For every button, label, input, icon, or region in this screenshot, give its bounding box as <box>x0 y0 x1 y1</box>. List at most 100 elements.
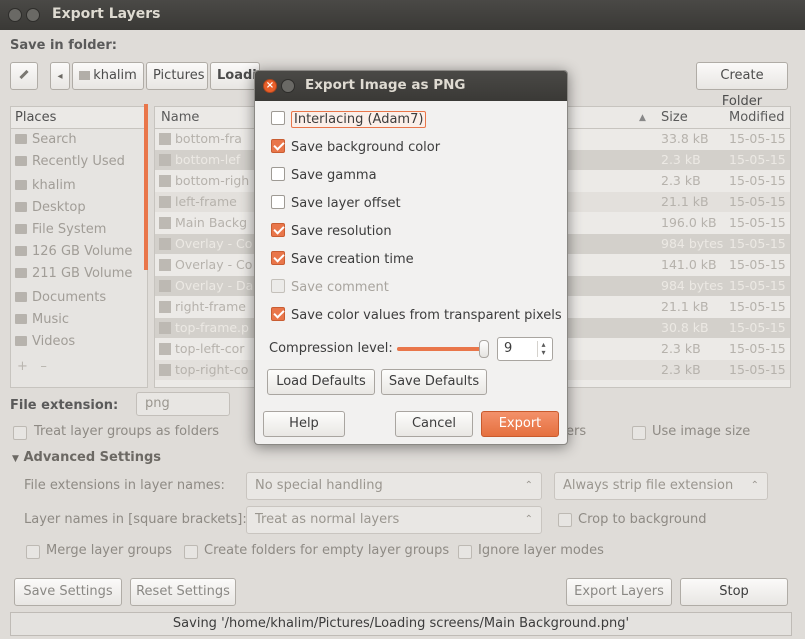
export-layers-button[interactable]: Export Layers <box>566 578 672 606</box>
file-size: 2.3 kB <box>661 341 701 356</box>
image-file-icon <box>159 259 171 271</box>
path-button-home[interactable]: khalim <box>72 62 144 90</box>
sidebar-item-place[interactable]: 126 GB Volume <box>15 241 132 263</box>
file-modified: 15-05-15 <box>729 131 786 146</box>
reset-settings-button[interactable]: Reset Settings <box>130 578 236 606</box>
close-icon[interactable] <box>8 8 22 22</box>
save-in-folder-label: Save in folder: <box>10 38 117 53</box>
checkbox-unchecked-icon[interactable] <box>271 279 285 293</box>
edit-path-button[interactable] <box>10 62 38 90</box>
image-file-icon <box>159 364 171 376</box>
extensions-combo[interactable]: No special handling ⌃ <box>246 472 542 500</box>
column-size[interactable]: Size <box>661 110 688 125</box>
treat-groups-label: Treat layer groups as folders <box>34 424 220 439</box>
checkbox-checked-icon[interactable] <box>271 251 285 265</box>
advanced-settings-expander[interactable]: ▼ Advanced Settings <box>12 450 161 465</box>
png-option-label: Save layer offset <box>291 196 401 211</box>
file-size: 21.1 kB <box>661 299 709 314</box>
file-name: Overlay - Da <box>175 278 254 293</box>
stop-button[interactable]: Stop <box>680 578 788 606</box>
save-settings-button[interactable]: Save Settings <box>14 578 122 606</box>
treat-groups-checkbox[interactable] <box>13 426 27 440</box>
load-defaults-button[interactable]: Load Defaults <box>267 369 375 395</box>
sidebar-item-place[interactable]: File System <box>15 219 106 241</box>
places-scroll-indicator <box>144 104 148 270</box>
path-loading-label: Loadi <box>217 68 257 83</box>
compression-label: Compression level: <box>269 341 393 356</box>
path-pictures-label: Pictures <box>153 68 205 83</box>
column-name[interactable]: Name <box>161 110 199 125</box>
sidebar-item-place[interactable]: Music <box>15 309 69 331</box>
sidebar-item-place[interactable]: Videos <box>15 331 75 353</box>
path-button-loading[interactable]: Loadi <box>210 62 260 90</box>
file-extension-input[interactable]: png <box>136 392 230 416</box>
compression-spinbox[interactable]: 9 ▴ ▾ <box>497 337 553 361</box>
file-modified: 15-05-15 <box>729 257 786 272</box>
create-folder-button[interactable]: Create Folder <box>696 62 788 109</box>
places-header[interactable]: Places <box>11 107 147 129</box>
sidebar-item-place[interactable]: 211 GB Volume <box>15 263 132 285</box>
png-option-5[interactable]: Save creation time <box>271 249 414 271</box>
export-png-dialog: × Export Image as PNG Interlacing (Adam7… <box>254 70 568 445</box>
place-label: File System <box>32 222 107 237</box>
brackets-combo[interactable]: Treat as normal layers ⌃ <box>246 506 542 534</box>
ignore-modes-label: Ignore layer modes <box>478 543 604 558</box>
export-button[interactable]: Export <box>481 411 559 437</box>
png-option-6[interactable]: Save comment <box>271 277 389 299</box>
file-name: top-left-cor <box>175 341 245 356</box>
file-modified: 15-05-15 <box>729 362 786 377</box>
sidebar-item-place[interactable]: Recently Used <box>15 151 125 173</box>
sidebar-item-place[interactable]: Documents <box>15 287 106 309</box>
path-button-pictures[interactable]: Pictures <box>146 62 208 90</box>
minimize-icon[interactable] <box>281 79 295 93</box>
file-modified: 15-05-15 <box>729 320 786 335</box>
crop-checkbox[interactable] <box>558 513 572 527</box>
save-defaults-button[interactable]: Save Defaults <box>381 369 487 395</box>
png-option-1[interactable]: Save background color <box>271 137 440 159</box>
png-option-label: Save comment <box>291 280 389 295</box>
compression-slider-handle[interactable] <box>479 340 489 358</box>
file-name: left-frame <box>175 194 237 209</box>
file-size: 33.8 kB <box>661 131 709 146</box>
image-file-icon <box>159 343 171 355</box>
remove-icon[interactable]: – <box>40 359 47 374</box>
checkbox-checked-icon[interactable] <box>271 223 285 237</box>
sort-up-icon: ▲ <box>639 113 646 123</box>
spin-updown-icon[interactable]: ▴ ▾ <box>537 341 549 357</box>
checkbox-checked-icon[interactable] <box>271 139 285 153</box>
compression-slider[interactable] <box>397 340 489 358</box>
merge-groups-checkbox[interactable] <box>26 545 40 559</box>
sidebar-item-place[interactable]: Search <box>15 129 77 151</box>
png-option-2[interactable]: Save gamma <box>271 165 377 187</box>
use-image-size-checkbox[interactable] <box>632 426 646 440</box>
checkbox-unchecked-icon[interactable] <box>271 167 285 181</box>
minimize-icon[interactable] <box>26 8 40 22</box>
file-modified: 15-05-15 <box>729 236 786 251</box>
file-modified: 15-05-15 <box>729 278 786 293</box>
help-button[interactable]: Help <box>263 411 345 437</box>
use-image-size-label: Use image size <box>652 424 751 439</box>
png-option-0[interactable]: Interlacing (Adam7) <box>271 109 427 131</box>
file-size: 196.0 kB <box>661 215 717 230</box>
png-option-7[interactable]: Save color values from transparent pixel… <box>271 305 562 327</box>
sidebar-item-place[interactable]: Desktop <box>15 197 86 219</box>
cancel-button[interactable]: Cancel <box>395 411 473 437</box>
add-icon[interactable]: + <box>17 359 28 374</box>
ignore-modes-checkbox[interactable] <box>458 545 472 559</box>
clock-icon <box>15 156 27 166</box>
strip-extension-combo[interactable]: Always strip file extension ⌃ <box>554 472 768 500</box>
path-back-button[interactable]: ◂ <box>50 62 70 90</box>
column-modified[interactable]: Modified <box>729 110 784 125</box>
search-icon <box>15 134 27 144</box>
close-icon[interactable]: × <box>263 79 277 93</box>
combo-updown-icon: ⌃ <box>524 514 533 525</box>
sidebar-item-place[interactable]: khalim <box>15 175 76 197</box>
png-option-4[interactable]: Save resolution <box>271 221 392 243</box>
checkbox-checked-icon[interactable] <box>271 307 285 321</box>
checkbox-unchecked-icon[interactable] <box>271 195 285 209</box>
checkbox-unchecked-icon[interactable] <box>271 111 285 125</box>
file-name: right-frame <box>175 299 246 314</box>
create-folders-checkbox[interactable] <box>184 545 198 559</box>
home-folder-icon <box>15 180 27 190</box>
png-option-3[interactable]: Save layer offset <box>271 193 401 215</box>
